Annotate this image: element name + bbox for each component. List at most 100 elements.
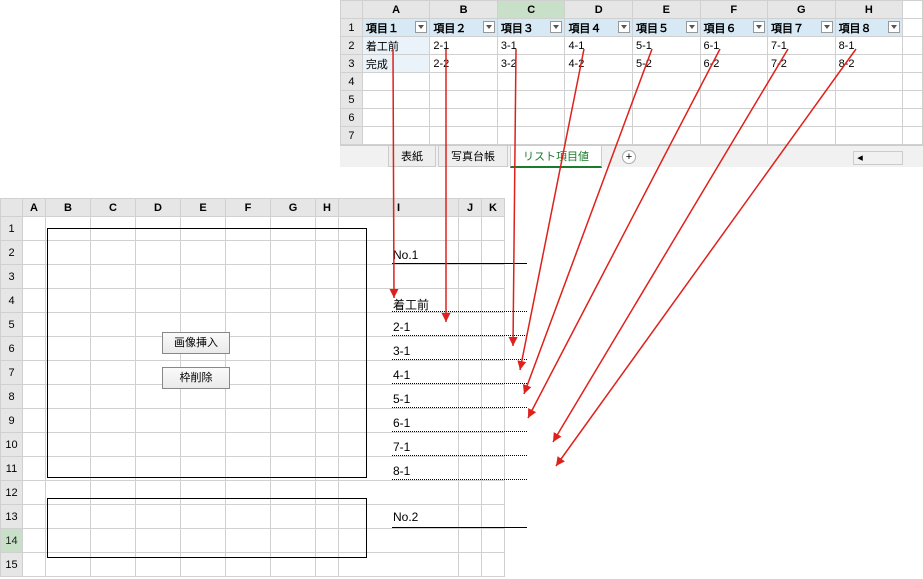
- cell[interactable]: [768, 73, 836, 91]
- cell[interactable]: [23, 409, 46, 433]
- cell[interactable]: 5-2: [632, 55, 700, 73]
- cell[interactable]: [482, 241, 505, 265]
- cell-blank[interactable]: [903, 37, 923, 55]
- colhead-C[interactable]: C: [497, 1, 565, 19]
- rowhead-4[interactable]: 4: [341, 73, 363, 91]
- cell[interactable]: [482, 529, 505, 553]
- cell[interactable]: [23, 481, 46, 505]
- rowhead-13[interactable]: 13: [1, 505, 23, 529]
- filter-icon[interactable]: [483, 21, 495, 33]
- cell[interactable]: [23, 313, 46, 337]
- rowhead-6[interactable]: 6: [341, 109, 363, 127]
- cell[interactable]: 8-1: [835, 37, 903, 55]
- cell[interactable]: [459, 433, 482, 457]
- cell[interactable]: [459, 265, 482, 289]
- cell[interactable]: [768, 127, 836, 145]
- rowhead-7[interactable]: 7: [1, 361, 23, 385]
- cell[interactable]: [459, 289, 482, 313]
- cell[interactable]: 3-2: [497, 55, 565, 73]
- cell[interactable]: [632, 73, 700, 91]
- cell[interactable]: [430, 127, 498, 145]
- cell[interactable]: [459, 481, 482, 505]
- table-header[interactable]: 項目７: [768, 19, 836, 37]
- cell[interactable]: [459, 505, 482, 529]
- cell[interactable]: 7-1: [768, 37, 836, 55]
- cell[interactable]: 5-1: [632, 37, 700, 55]
- cell[interactable]: [23, 217, 46, 241]
- table-header[interactable]: 項目３: [497, 19, 565, 37]
- cell[interactable]: 7-2: [768, 55, 836, 73]
- select-all-corner[interactable]: [341, 1, 363, 19]
- rowhead-9[interactable]: 9: [1, 409, 23, 433]
- upper-grid[interactable]: A B C D E F G H 1 項目１ 項目２ 項目３ 項目４ 項目５ 項目…: [340, 0, 923, 145]
- cell[interactable]: [482, 361, 505, 385]
- cell[interactable]: [23, 553, 46, 577]
- rowhead-12[interactable]: 12: [1, 481, 23, 505]
- colhead-G[interactable]: G: [768, 1, 836, 19]
- cell[interactable]: [459, 529, 482, 553]
- cell[interactable]: [835, 127, 903, 145]
- rowhead-4[interactable]: 4: [1, 289, 23, 313]
- filter-icon[interactable]: [888, 21, 900, 33]
- rowhead-1[interactable]: 1: [1, 217, 23, 241]
- cell[interactable]: [700, 73, 768, 91]
- cell[interactable]: [362, 127, 430, 145]
- cell[interactable]: [482, 409, 505, 433]
- rowhead-14[interactable]: 14: [1, 529, 23, 553]
- cell[interactable]: [459, 241, 482, 265]
- cell[interactable]: [565, 91, 633, 109]
- cell[interactable]: [23, 433, 46, 457]
- rowhead-6[interactable]: 6: [1, 337, 23, 361]
- cell[interactable]: [903, 109, 923, 127]
- cell[interactable]: [482, 385, 505, 409]
- colhead-I[interactable]: I: [339, 199, 459, 217]
- table-header[interactable]: 項目２: [430, 19, 498, 37]
- cell[interactable]: [459, 337, 482, 361]
- cell-blank[interactable]: [903, 19, 923, 37]
- cell[interactable]: [23, 361, 46, 385]
- colhead-D[interactable]: D: [565, 1, 633, 19]
- colhead-C[interactable]: C: [91, 199, 136, 217]
- cell[interactable]: [23, 529, 46, 553]
- cell[interactable]: [565, 127, 633, 145]
- cell[interactable]: [482, 553, 505, 577]
- cell[interactable]: [632, 127, 700, 145]
- table-header[interactable]: 項目５: [632, 19, 700, 37]
- cell[interactable]: 6-1: [700, 37, 768, 55]
- rowhead-2[interactable]: 2: [341, 37, 363, 55]
- cell[interactable]: [482, 337, 505, 361]
- cell[interactable]: [497, 73, 565, 91]
- rowhead-5[interactable]: 5: [1, 313, 23, 337]
- cell[interactable]: [565, 109, 633, 127]
- colhead-J[interactable]: J: [459, 199, 482, 217]
- cell[interactable]: [482, 313, 505, 337]
- colhead-F[interactable]: F: [226, 199, 271, 217]
- cell[interactable]: 2-1: [430, 37, 498, 55]
- cell[interactable]: 3-1: [497, 37, 565, 55]
- cell[interactable]: [903, 73, 923, 91]
- cell[interactable]: [835, 73, 903, 91]
- cell[interactable]: [903, 127, 923, 145]
- cell[interactable]: [362, 91, 430, 109]
- colhead-E[interactable]: E: [632, 1, 700, 19]
- cell[interactable]: [459, 457, 482, 481]
- cell[interactable]: [482, 433, 505, 457]
- cell[interactable]: [903, 91, 923, 109]
- rowhead-7[interactable]: 7: [341, 127, 363, 145]
- cell[interactable]: [362, 73, 430, 91]
- cell[interactable]: [497, 109, 565, 127]
- cell-blank[interactable]: [903, 55, 923, 73]
- insert-image-button[interactable]: 画像挿入: [162, 332, 230, 354]
- cell[interactable]: [23, 289, 46, 313]
- cell[interactable]: [459, 313, 482, 337]
- cell[interactable]: [459, 385, 482, 409]
- cell[interactable]: [768, 91, 836, 109]
- rowhead-8[interactable]: 8: [1, 385, 23, 409]
- cell[interactable]: [700, 127, 768, 145]
- cell[interactable]: [23, 241, 46, 265]
- cell[interactable]: [700, 91, 768, 109]
- select-all-corner[interactable]: [1, 199, 23, 217]
- cell[interactable]: [459, 409, 482, 433]
- cell[interactable]: [482, 457, 505, 481]
- table-header[interactable]: 項目４: [565, 19, 633, 37]
